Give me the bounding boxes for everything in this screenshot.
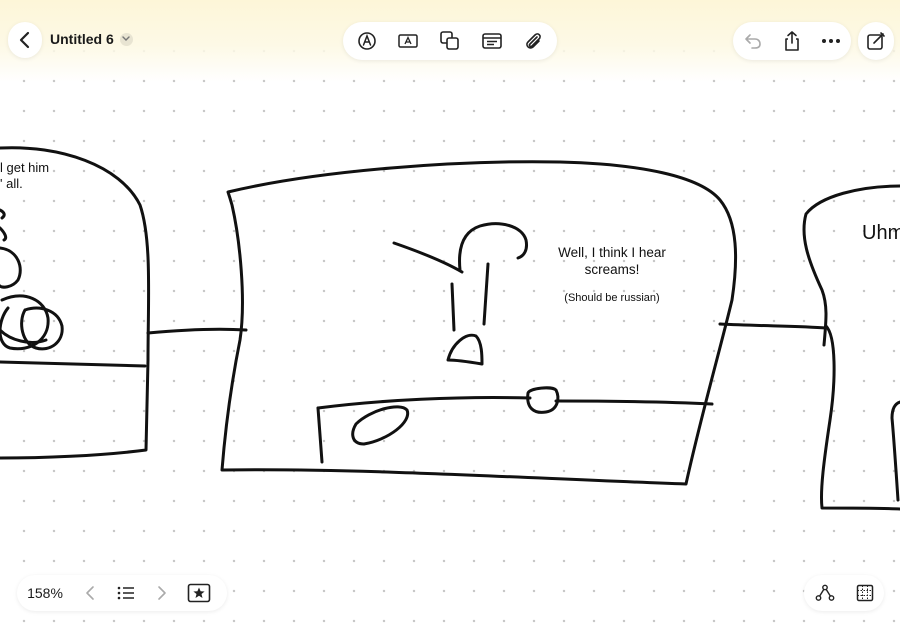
shapes-icon[interactable]: [439, 30, 461, 52]
more-icon[interactable]: [821, 38, 841, 44]
document-actions: [733, 22, 851, 60]
chevron-left-icon[interactable]: [73, 585, 107, 601]
chevron-left-icon: [19, 31, 30, 49]
back-button[interactable]: [8, 22, 42, 58]
insert-toolbar: [343, 22, 557, 60]
middle-panel-line-1: Well, I think I hear: [558, 245, 666, 260]
connectors-icon[interactable]: [815, 584, 835, 602]
chevron-down-icon[interactable]: [119, 32, 133, 46]
left-panel-line-2: ' all.: [0, 176, 23, 191]
middle-sketch-panel: [220, 160, 738, 486]
grid-icon[interactable]: [856, 584, 874, 602]
star-box-icon[interactable]: [179, 583, 219, 603]
share-icon[interactable]: [782, 30, 802, 52]
middle-panel-text: Well, I think I hear screams!: [540, 244, 684, 278]
attachment-icon[interactable]: [523, 30, 543, 52]
media-icon[interactable]: [481, 31, 503, 51]
zoom-navigation-bar: 158%: [17, 575, 227, 611]
undo-icon[interactable]: [743, 31, 763, 51]
compose-icon: [867, 32, 885, 50]
compose-button[interactable]: [858, 22, 894, 60]
drawing-canvas[interactable]: [0, 0, 900, 625]
list-icon[interactable]: [107, 586, 145, 600]
middle-panel-note: (Should be russian): [564, 292, 660, 304]
middle-panel-line-2: screams!: [584, 262, 640, 277]
zoom-level[interactable]: 158%: [17, 585, 73, 601]
left-sketch-panel: [0, 146, 151, 460]
left-panel-text: l get him ' all.: [0, 160, 49, 192]
chevron-right-icon[interactable]: [145, 585, 179, 601]
document-title-menu[interactable]: Untitled 6: [50, 31, 133, 47]
text-box-icon[interactable]: [397, 32, 419, 50]
right-panel-text: Uhm: [862, 222, 900, 244]
left-panel-line-1: l get him: [0, 160, 50, 175]
canvas-options-bar: [804, 575, 884, 611]
pen-tool-icon[interactable]: [357, 31, 377, 51]
document-title[interactable]: Untitled 6: [50, 31, 114, 47]
